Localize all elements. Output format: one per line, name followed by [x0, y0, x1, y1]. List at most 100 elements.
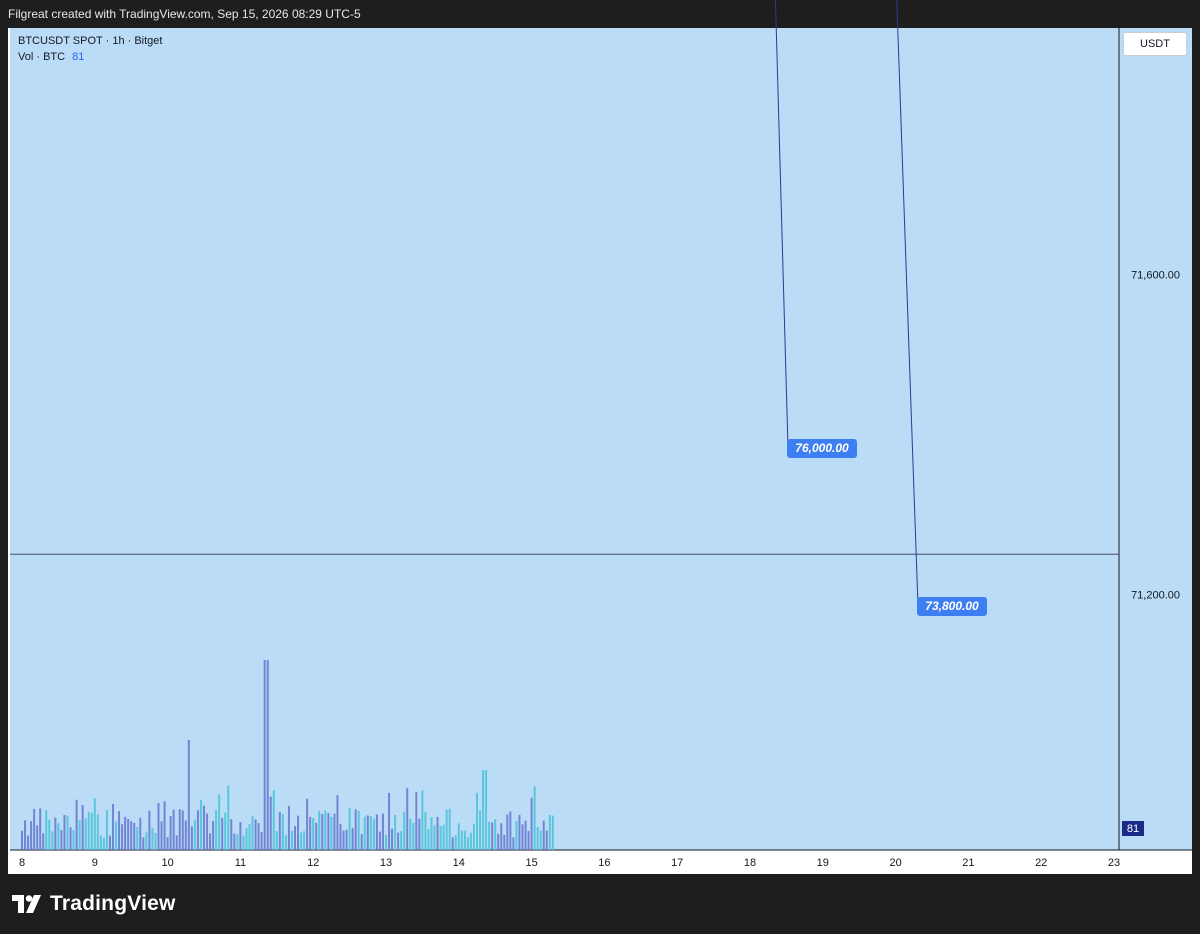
- volume-bar-21: [84, 818, 87, 850]
- volume-bar-60: [203, 805, 205, 850]
- volume-bar-154: [488, 821, 491, 850]
- y-tick-label-21: 71,600.00: [1131, 269, 1180, 281]
- x-tick-label-14: 22: [1035, 857, 1047, 869]
- volume-bar-33: [121, 824, 124, 850]
- volume-bar-86: [281, 814, 284, 850]
- volume-bar-12: [57, 823, 60, 850]
- volume-bar-100: [324, 810, 327, 850]
- x-tick-label-3: 11: [235, 857, 246, 869]
- volume-bar-79: [260, 831, 263, 850]
- x-tick-label-11: 19: [817, 857, 829, 869]
- volume-bar-77: [254, 819, 257, 850]
- volume-bar-143: [454, 835, 457, 850]
- footer-bar: [0, 874, 1200, 934]
- volume-bar-148: [469, 832, 472, 850]
- volume-bar-37: [133, 822, 136, 850]
- volume-bar-150: [476, 792, 478, 850]
- x-tick-label-15: 23: [1108, 857, 1120, 869]
- volume-scale-label: 81: [1127, 823, 1139, 835]
- volume-bar-61: [206, 813, 209, 850]
- currency-unit-button[interactable]: USDT: [1123, 32, 1187, 56]
- volume-bar-116: [372, 818, 375, 850]
- volume-bar-7: [42, 833, 45, 850]
- volume-bar-39: [139, 817, 142, 850]
- volume-bar-122: [391, 828, 394, 850]
- volume-bar-59: [199, 799, 202, 850]
- volume-bar-74: [245, 828, 248, 850]
- volume-bar-34: [124, 816, 127, 850]
- volume-bar-54: [184, 820, 187, 850]
- volume-bar-94: [306, 798, 309, 850]
- volume-bar-145: [460, 830, 463, 850]
- volume-bar-153: [485, 770, 488, 850]
- volume-bar-28: [105, 810, 108, 850]
- volume-bar-152: [482, 770, 485, 850]
- volume-bar-146: [463, 830, 466, 850]
- volume-bar-45: [157, 803, 160, 850]
- volume-bar-80: [263, 660, 266, 850]
- volume-bar-157: [497, 833, 500, 850]
- volume-bar-144: [457, 823, 460, 850]
- x-tick-label-6: 14: [453, 857, 465, 869]
- volume-bar-69: [230, 819, 233, 850]
- volume-bar-47: [163, 801, 166, 850]
- volume-bar-31: [115, 821, 118, 850]
- volume-bar-167: [527, 830, 530, 850]
- volume-bar-82: [269, 796, 272, 850]
- volume-bar-162: [512, 837, 515, 850]
- volume-bar-137: [436, 816, 439, 850]
- volume-bar-98: [318, 811, 321, 850]
- volume-bar-73: [242, 835, 245, 850]
- volume-bar-170: [536, 826, 539, 850]
- x-tick-label-0: 8: [19, 857, 25, 869]
- volume-bar-136: [433, 825, 436, 850]
- volume-bar-68: [227, 785, 230, 850]
- volume-bar-26: [99, 835, 102, 850]
- x-tick-label-2: 10: [161, 857, 173, 869]
- volume-bar-130: [415, 792, 418, 850]
- volume-bar-174: [548, 814, 551, 850]
- price-chart[interactable]: highDLLow76,000.0073,800.00 80,800.0080,…: [0, 0, 1200, 934]
- volume-bar-50: [172, 809, 175, 850]
- volume-bar-165: [521, 824, 524, 850]
- volume-bar-23: [90, 812, 93, 850]
- target-label-0: 76,000.00: [795, 441, 849, 455]
- volume-bar-160: [506, 814, 509, 850]
- volume-bar-5: [36, 825, 39, 850]
- volume-label: Vol · BTC: [18, 51, 66, 63]
- volume-bar-78: [257, 823, 260, 850]
- x-tick-label-12: 20: [889, 857, 901, 869]
- x-tick-label-7: 15: [525, 857, 537, 869]
- volume-bar-138: [439, 825, 442, 850]
- volume-bar-166: [524, 820, 527, 850]
- volume-bar-133: [424, 812, 427, 850]
- volume-bar-107: [345, 829, 348, 850]
- symbol-info[interactable]: BTCUSDT SPOT · 1h · Bitget: [18, 33, 162, 49]
- volume-info[interactable]: Vol · BTC 81: [18, 49, 162, 65]
- volume-bar-173: [545, 830, 548, 850]
- volume-bar-18: [75, 799, 78, 850]
- volume-bar-6: [39, 808, 42, 850]
- volume-bar-42: [148, 810, 151, 850]
- volume-bar-63: [212, 820, 215, 850]
- volume-bar-83: [272, 790, 275, 850]
- volume-bar-158: [500, 823, 503, 850]
- volume-bar-96: [312, 818, 315, 850]
- volume-bar-134: [427, 829, 430, 850]
- volume-bar-14: [63, 815, 66, 850]
- volume-bar-65: [218, 794, 221, 850]
- volume-bar-84: [275, 831, 278, 850]
- volume-bar-1: [24, 820, 27, 850]
- volume-bar-175: [551, 815, 554, 850]
- tradingview-logo[interactable]: TradingView: [12, 892, 176, 916]
- volume-bar-75: [248, 824, 251, 850]
- volume-bar-172: [542, 820, 545, 850]
- volume-bar-51: [175, 835, 178, 850]
- volume-bar-0: [21, 830, 23, 850]
- volume-bar-141: [448, 808, 451, 850]
- volume-bar-118: [378, 831, 381, 850]
- volume-bar-164: [518, 814, 521, 850]
- volume-bar-92: [300, 832, 303, 850]
- x-tick-label-1: 9: [92, 857, 98, 869]
- x-tick-label-5: 13: [380, 857, 392, 869]
